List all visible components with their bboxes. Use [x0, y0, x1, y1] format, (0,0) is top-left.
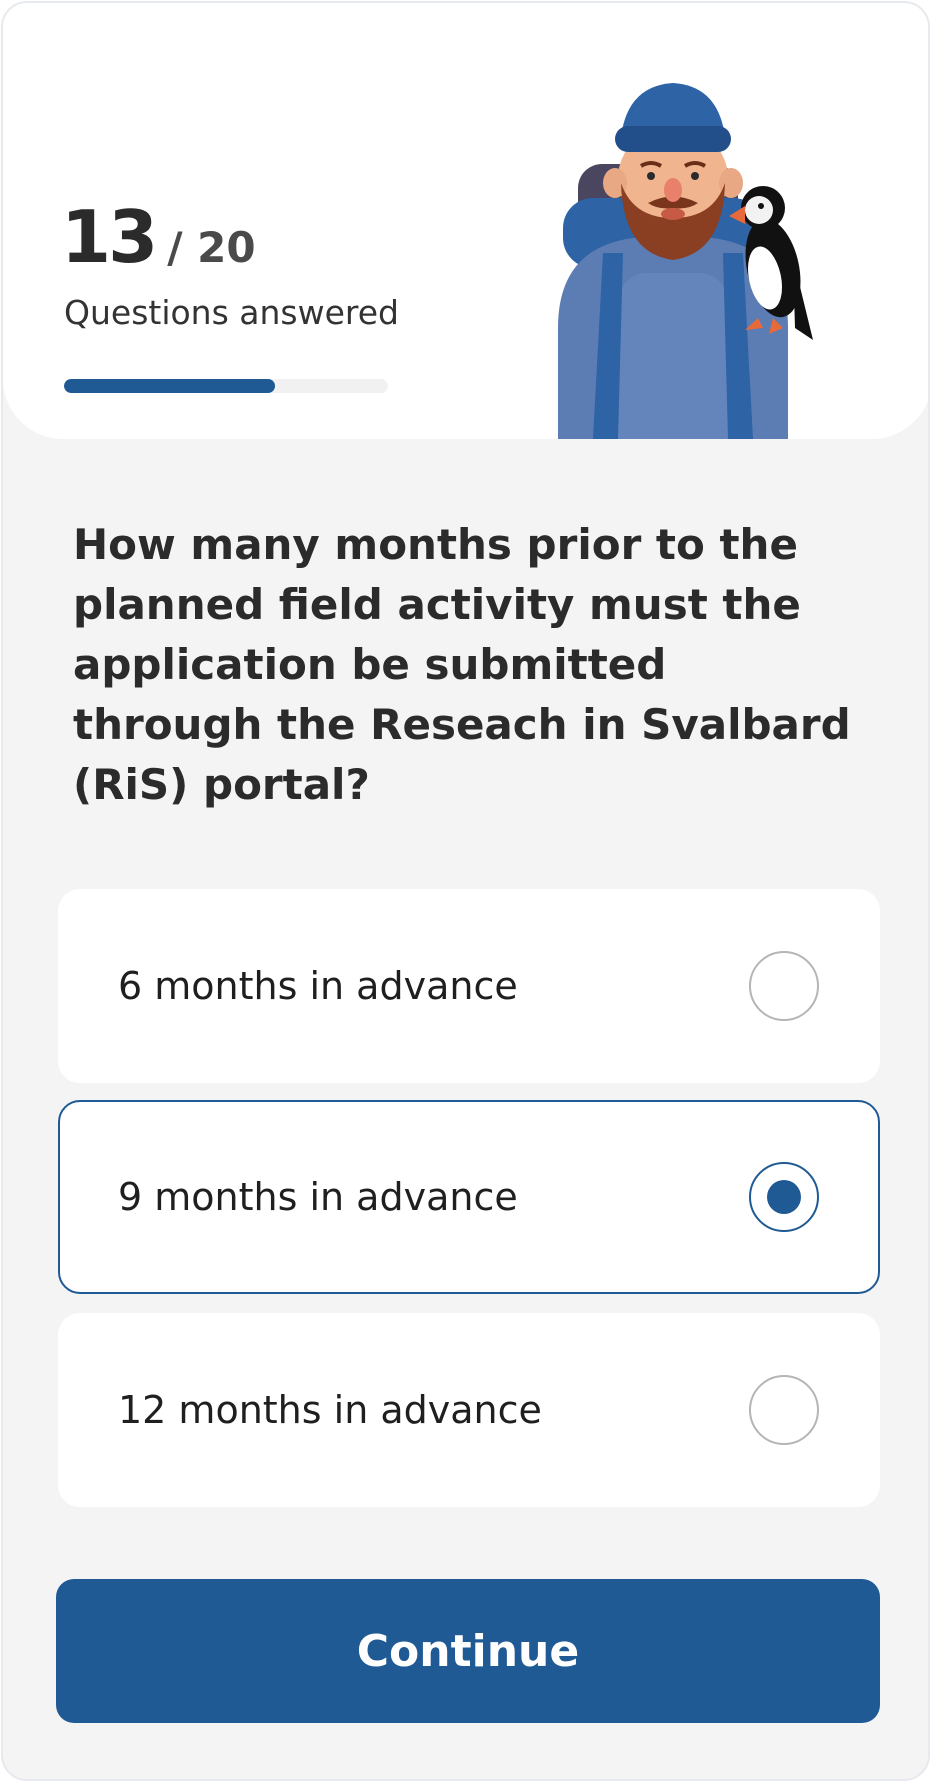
question-text: How many months prior to the planned fie…	[73, 520, 851, 809]
answer-option-label: 9 months in advance	[118, 1175, 518, 1219]
answer-option-2[interactable]: 9 months in advance	[58, 1100, 880, 1294]
radio-button[interactable]	[749, 951, 819, 1021]
hiker-with-puffin-illustration	[558, 83, 813, 439]
quiz-screen: 13 / 20 Questions answered How many mont…	[1, 1, 930, 1781]
progress-header: 13 / 20 Questions answered	[3, 3, 928, 439]
radio-selected-dot	[767, 1180, 801, 1214]
answer-option-3[interactable]: 12 months in advance	[58, 1313, 880, 1507]
radio-button[interactable]	[749, 1375, 819, 1445]
progress-bar-fill	[64, 379, 275, 393]
answer-option-label: 6 months in advance	[118, 964, 518, 1008]
answer-option-1[interactable]: 6 months in advance	[58, 889, 880, 1083]
radio-button[interactable]	[749, 1162, 819, 1232]
answered-label: Questions answered	[64, 293, 399, 332]
answer-option-label: 12 months in advance	[118, 1388, 542, 1432]
continue-button[interactable]: Continue	[56, 1579, 880, 1723]
answered-count: 13	[61, 195, 158, 279]
total-count: / 20	[167, 223, 256, 272]
answered-counter: 13 / 20	[61, 201, 256, 273]
progress-bar	[64, 379, 388, 393]
